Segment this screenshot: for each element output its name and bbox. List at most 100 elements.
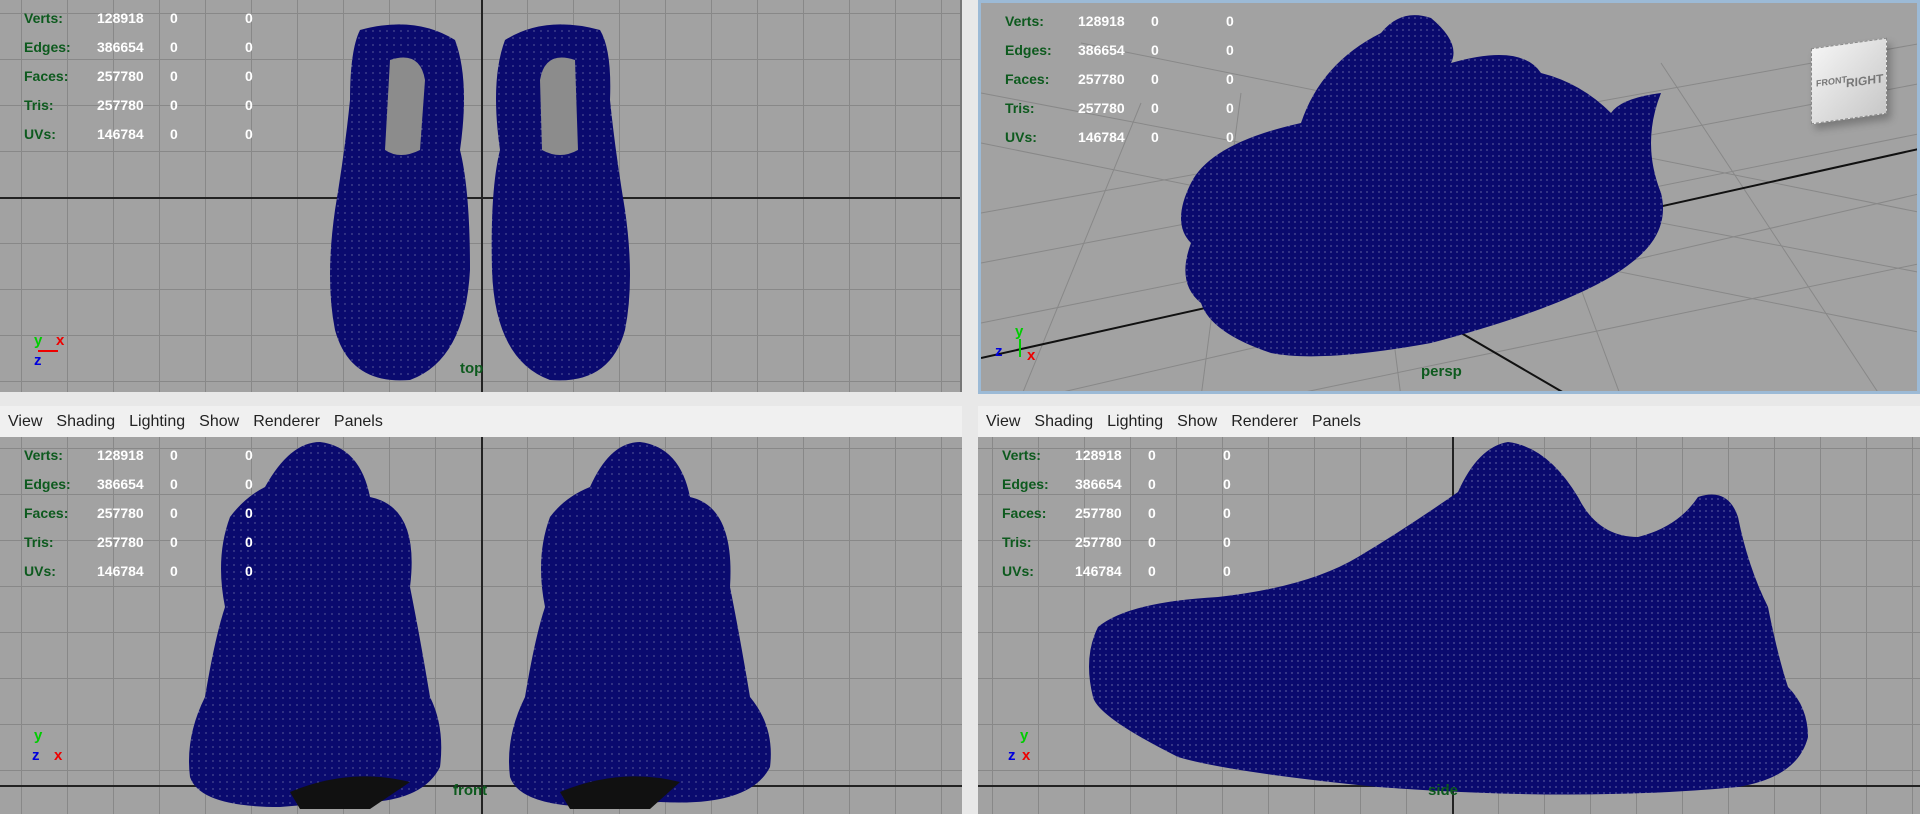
axis-z-label: z: [32, 747, 40, 764]
stat-zero: 0: [245, 505, 253, 521]
stat-zero: 0: [170, 39, 178, 55]
stat-label: Tris:: [1002, 534, 1032, 550]
menu-view[interactable]: View: [8, 413, 42, 431]
menu-renderer[interactable]: Renderer: [1231, 413, 1298, 431]
menu-lighting[interactable]: Lighting: [129, 413, 185, 431]
menu-panels[interactable]: Panels: [334, 413, 383, 431]
stat-zero: 0: [1226, 100, 1234, 116]
axis-y-label: y: [1015, 323, 1024, 340]
menu-shading[interactable]: Shading: [1034, 413, 1093, 431]
axis-z-label: z: [34, 352, 42, 369]
view-cube-front-face[interactable]: FRONT: [1816, 74, 1847, 88]
stat-zero: 0: [245, 447, 253, 463]
stat-label: Faces:: [24, 505, 69, 521]
menu-view[interactable]: View: [986, 413, 1020, 431]
stat-zero: 0: [1223, 563, 1231, 579]
axis-gizmo-icon: y x z: [30, 332, 90, 382]
stat-label: Tris:: [24, 97, 54, 113]
stat-label: Tris:: [24, 534, 54, 550]
stat-zero: 0: [1151, 42, 1159, 58]
menu-lighting[interactable]: Lighting: [1107, 413, 1163, 431]
stat-label: Tris:: [1005, 100, 1035, 116]
axis-gizmo-icon: y z x: [995, 323, 1055, 373]
stat-value: 257780: [1075, 534, 1122, 550]
view-cube-right-face[interactable]: RIGHT: [1846, 71, 1883, 90]
stat-label: UVs:: [24, 563, 56, 579]
axis-gizmo-icon: y z x: [1008, 727, 1068, 777]
stat-value: 128918: [1078, 13, 1125, 29]
stat-zero: 0: [245, 68, 253, 84]
stat-value: 257780: [97, 68, 144, 84]
stat-zero: 0: [170, 563, 178, 579]
stat-label: Verts:: [1005, 13, 1044, 29]
stat-zero: 0: [1226, 129, 1234, 145]
stat-zero: 0: [245, 39, 253, 55]
stat-zero: 0: [170, 534, 178, 550]
stat-label: UVs:: [1002, 563, 1034, 579]
stat-value: 386654: [1078, 42, 1125, 58]
stat-zero: 0: [1151, 129, 1159, 145]
panel-menubar-side: View Shading Lighting Show Renderer Panels: [978, 406, 1920, 437]
stat-label: Faces:: [24, 68, 69, 84]
stat-zero: 0: [245, 476, 253, 492]
stat-zero: 0: [170, 68, 178, 84]
stat-value: 257780: [97, 97, 144, 113]
stat-value: 146784: [97, 563, 144, 579]
stat-label: Faces:: [1005, 71, 1050, 87]
stat-label: Edges:: [24, 39, 71, 55]
stat-zero: 0: [1148, 505, 1156, 521]
stat-label: Edges:: [1002, 476, 1049, 492]
stat-zero: 0: [1151, 100, 1159, 116]
stat-zero: 0: [1223, 447, 1231, 463]
axis-x-label: x: [56, 332, 65, 349]
stat-zero: 0: [170, 10, 178, 26]
axis-y-label: y: [34, 332, 43, 349]
camera-label-persp: persp: [1421, 363, 1462, 380]
viewport-persp[interactable]: Verts: 128918 0 0 Edges: 386654 0 0 Faces: 2577…: [978, 0, 1920, 394]
viewport-top[interactable]: Verts: 128918 0 0 Edges: 386654 0 0 Faces: 2577…: [0, 0, 962, 392]
stat-zero: 0: [245, 97, 253, 113]
stat-zero: 0: [245, 126, 253, 142]
menu-show[interactable]: Show: [1177, 413, 1217, 431]
axis-z-label: z: [1008, 747, 1016, 764]
stat-zero: 0: [1148, 476, 1156, 492]
stat-value: 257780: [1078, 100, 1125, 116]
stat-zero: 0: [245, 534, 253, 550]
menu-shading[interactable]: Shading: [56, 413, 115, 431]
stat-zero: 0: [170, 126, 178, 142]
stat-label: Edges:: [24, 476, 71, 492]
stat-label: Verts:: [24, 10, 63, 26]
stat-zero: 0: [1148, 447, 1156, 463]
stat-value: 257780: [97, 534, 144, 550]
axis-y-label: y: [1020, 727, 1029, 744]
poly-count-hud: Verts: 128918 0 0 Edges: 386654 0 0 Faces: 2577…: [24, 441, 320, 586]
stat-zero: 0: [1148, 534, 1156, 550]
poly-count-hud: Verts: 128918 0 0 Edges: 386654 0 0 Faces: 2577…: [24, 4, 320, 149]
stat-zero: 0: [170, 476, 178, 492]
stat-label: UVs:: [1005, 129, 1037, 145]
stat-value: 257780: [97, 505, 144, 521]
stat-zero: 0: [245, 563, 253, 579]
stat-zero: 0: [170, 447, 178, 463]
stat-value: 146784: [97, 126, 144, 142]
stat-value: 146784: [1075, 563, 1122, 579]
stat-value: 257780: [1078, 71, 1125, 87]
stat-label: UVs:: [24, 126, 56, 142]
stat-value: 257780: [1075, 505, 1122, 521]
viewport-side[interactable]: Verts: 128918 0 0 Edges: 386654 0 0 Faces: 2577…: [978, 437, 1920, 814]
camera-label-front: front: [453, 782, 488, 799]
stat-zero: 0: [1223, 534, 1231, 550]
menu-renderer[interactable]: Renderer: [253, 413, 320, 431]
stat-zero: 0: [245, 10, 253, 26]
menu-show[interactable]: Show: [199, 413, 239, 431]
stat-value: 128918: [97, 10, 144, 26]
stat-value: 386654: [97, 476, 144, 492]
view-cube[interactable]: FRONT RIGHT: [1811, 37, 1887, 125]
stat-zero: 0: [1223, 476, 1231, 492]
stat-label: Verts:: [1002, 447, 1041, 463]
stat-zero: 0: [1151, 13, 1159, 29]
viewport-front[interactable]: Verts: 128918 0 0 Edges: 386654 0 0 Faces: 2577…: [0, 437, 962, 814]
stat-zero: 0: [1223, 505, 1231, 521]
menu-panels[interactable]: Panels: [1312, 413, 1361, 431]
stat-value: 128918: [1075, 447, 1122, 463]
